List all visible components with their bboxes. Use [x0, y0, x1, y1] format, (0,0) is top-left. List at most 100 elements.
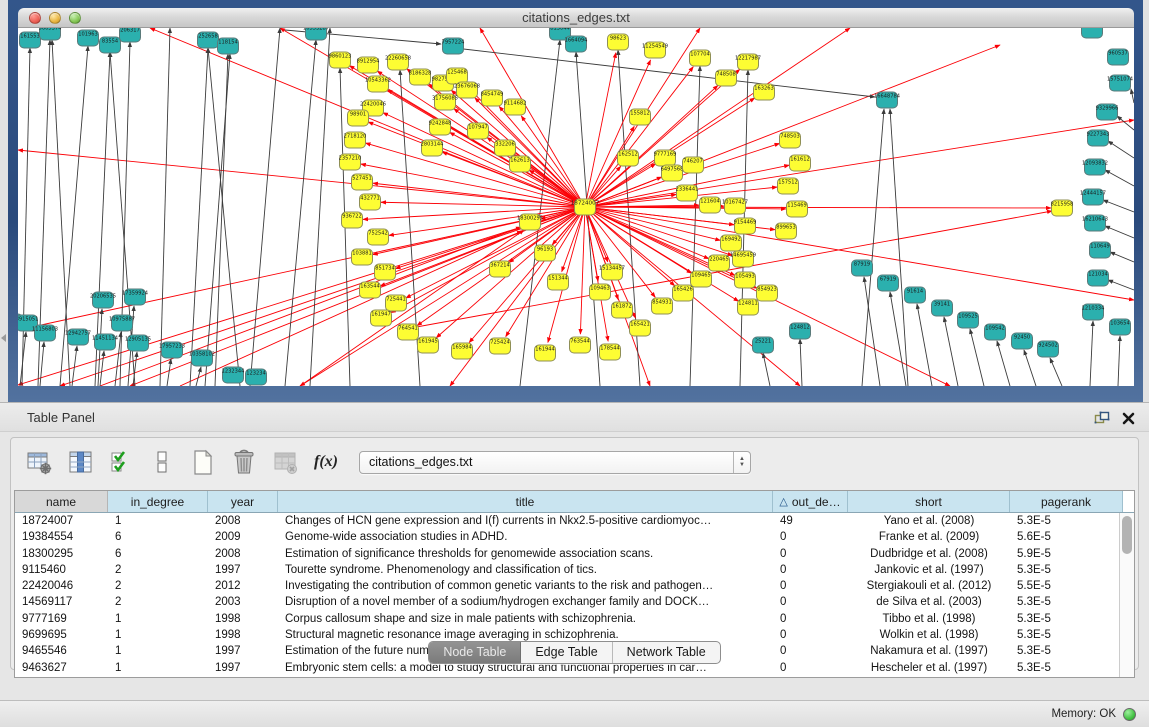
black-edge[interactable]	[1118, 336, 1120, 386]
teal-node[interactable]: 9605374	[39, 28, 62, 40]
yellow-node[interactable]: 9860123	[329, 52, 352, 68]
yellow-node[interactable]: 748508	[716, 70, 737, 86]
yellow-node[interactable]: 6497568	[661, 165, 684, 181]
teal-node[interactable]: 960537	[1108, 49, 1129, 65]
yellow-node[interactable]: 151344	[548, 274, 569, 290]
yellow-node[interactable]: 725441	[386, 295, 407, 311]
table-row[interactable]: 2242004622012Investigating the contribut…	[15, 578, 1119, 594]
teal-node[interactable]: 1232344	[222, 367, 245, 383]
yellow-node[interactable]: 161944	[535, 345, 556, 361]
tab-node-table[interactable]: Node Table	[429, 642, 521, 663]
yellow-node[interactable]: 178544	[600, 344, 621, 360]
teal-node[interactable]: 10553287	[303, 28, 329, 40]
yellow-node[interactable]: 854923	[757, 285, 778, 301]
yellow-node[interactable]: 115469	[787, 201, 808, 217]
yellow-node[interactable]: 527451	[352, 174, 373, 190]
red-edge[interactable]	[585, 207, 733, 256]
black-edge[interactable]	[100, 351, 104, 386]
yellow-node[interactable]: 109465	[691, 271, 712, 287]
yellow-node[interactable]: 8215958	[1051, 200, 1074, 216]
yellow-node[interactable]: 105493	[735, 272, 756, 288]
teal-node[interactable]: 9329966	[1096, 104, 1119, 120]
yellow-node[interactable]: 163544	[360, 282, 381, 298]
teal-node[interactable]: 110649	[1090, 242, 1111, 258]
black-edge[interactable]	[205, 54, 230, 386]
teal-node[interactable]: 91614	[905, 287, 926, 303]
yellow-node[interactable]: 162512	[618, 150, 639, 166]
table-row[interactable]: 1830029562008Estimation of significance …	[15, 546, 1119, 562]
zoom-window-button[interactable]	[69, 12, 81, 24]
black-edge[interactable]	[862, 109, 884, 386]
yellow-node[interactable]: 169492	[721, 235, 742, 251]
network-graph[interactable]: 1872400716155396053741019638355420631725…	[18, 28, 1134, 386]
black-edge[interactable]	[520, 40, 560, 386]
yellow-node[interactable]: 2718120	[344, 132, 367, 148]
column-header-out_de[interactable]: △out_de…	[773, 491, 848, 512]
red-edge[interactable]	[585, 207, 1134, 300]
teal-node[interactable]: 17359924	[122, 289, 148, 305]
teal-node[interactable]: 25221	[753, 337, 774, 353]
yellow-node[interactable]: 31756085	[432, 94, 458, 110]
yellow-node[interactable]: 9777169	[654, 150, 677, 166]
yellow-node[interactable]: 763544	[570, 337, 591, 353]
teal-node[interactable]: 101963	[78, 30, 99, 46]
yellow-node[interactable]: 22260658	[385, 54, 411, 70]
teal-node[interactable]: 92450	[1012, 333, 1033, 349]
teal-node[interactable]: 10975887	[109, 315, 135, 331]
column-header-pagerank[interactable]: pagerank	[1010, 491, 1123, 512]
rows-button[interactable]	[148, 448, 176, 476]
delete-column-button[interactable]	[230, 448, 258, 476]
yellow-node[interactable]: 161872	[612, 302, 633, 318]
black-edge[interactable]	[250, 28, 280, 386]
yellow-node[interactable]: 107704	[690, 50, 711, 66]
red-edge[interactable]	[580, 207, 585, 334]
table-scrollbar-thumb[interactable]	[1122, 516, 1132, 554]
black-edge[interactable]	[285, 40, 316, 386]
teal-node[interactable]: 124812	[790, 323, 811, 339]
yellow-node[interactable]: 367214	[490, 261, 511, 277]
yellow-node[interactable]: 725424	[490, 338, 511, 354]
yellow-node[interactable]: 9154469	[734, 218, 757, 234]
red-edge[interactable]	[585, 207, 675, 286]
teal-node[interactable]: 16648784	[874, 92, 900, 108]
yellow-node[interactable]: 332206	[495, 140, 516, 156]
yellow-node[interactable]: 162613	[510, 156, 531, 172]
hub-node[interactable]: 18724007	[571, 199, 600, 215]
column-header-year[interactable]: year	[208, 491, 278, 512]
yellow-node[interactable]: 157512	[778, 178, 799, 194]
black-edge[interactable]	[1108, 280, 1134, 290]
yellow-node[interactable]: 155812	[630, 109, 651, 125]
yellow-node[interactable]: 18300295	[517, 214, 543, 230]
black-edge[interactable]	[1117, 116, 1134, 130]
teal-node[interactable]: 10358102	[189, 350, 215, 366]
network-canvas[interactable]: 1872400716155396053741019638355420631725…	[18, 28, 1134, 386]
yellow-node[interactable]: 121604	[700, 197, 721, 213]
black-edge[interactable]	[1090, 321, 1093, 386]
yellow-node[interactable]: 854931	[652, 298, 673, 314]
yellow-node[interactable]: 9242848	[429, 119, 452, 135]
black-edge[interactable]	[1105, 226, 1134, 238]
black-edge[interactable]	[190, 48, 208, 386]
column-header-short[interactable]: short	[848, 491, 1010, 512]
yellow-node[interactable]: 96193	[535, 245, 556, 261]
yellow-node[interactable]: 764541	[398, 324, 419, 340]
yellow-node[interactable]: 936722	[342, 212, 363, 228]
red-edge[interactable]	[389, 207, 585, 235]
yellow-node[interactable]: 161945	[418, 337, 439, 353]
black-edge[interactable]	[1110, 252, 1134, 262]
minimize-window-button[interactable]	[49, 12, 61, 24]
yellow-node[interactable]: 851734	[375, 264, 396, 280]
function-builder-button[interactable]: f(x)	[312, 448, 340, 476]
yellow-node[interactable]: 107947	[468, 123, 489, 139]
teal-node[interactable]: 16210643	[1082, 215, 1108, 231]
teal-node[interactable]: 12942757	[65, 329, 91, 345]
black-edge[interactable]	[1103, 200, 1134, 212]
black-edge[interactable]	[167, 359, 171, 386]
yellow-node[interactable]: 10543362	[365, 76, 391, 92]
black-edge[interactable]	[997, 341, 1010, 386]
yellow-node[interactable]: 748503	[780, 132, 801, 148]
teal-node[interactable]: 67919	[878, 275, 899, 291]
black-edge[interactable]	[120, 42, 130, 386]
teal-node[interactable]: 15751074	[1107, 75, 1133, 91]
table-select-dropdown[interactable]: citations_edges.txt ▲▼	[359, 451, 751, 474]
